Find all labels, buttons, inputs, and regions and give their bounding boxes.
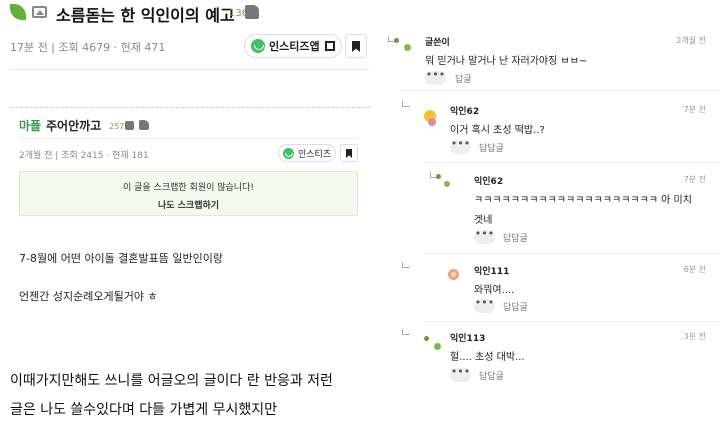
comment-text-continued: 겟네 — [474, 215, 493, 226]
more-options-button[interactable]: ••• — [474, 297, 495, 313]
divider — [424, 253, 720, 254]
bookmark-icon — [346, 149, 352, 158]
reply-arrow-icon — [402, 329, 410, 335]
instiz-logo-icon — [251, 39, 265, 53]
scrap-button[interactable]: 나도 스크랩하기 — [20, 198, 357, 211]
scrap-notice: 이 글을 스크랩한 회원이 많습니다! — [123, 183, 254, 193]
quoted-app-label: 인스티즈 — [298, 149, 332, 160]
avatar-dot — [434, 343, 441, 350]
comments-panel: 글쓴이 2개월 전 뭐 믿거나 말거나 난 자러가야징 ㅂㅂ~ ••• 답글 익… — [382, 0, 720, 435]
comment-time: 7분 전 — [683, 105, 706, 114]
quoted-meta: 2개월 전 | 조회 2415 · 현재 181 — [19, 151, 149, 161]
post-title: 소름돋는 한 익인이의 예고 — [56, 6, 235, 25]
comment-text: 와뭐여.... — [474, 285, 515, 296]
external-link-icon — [324, 41, 335, 51]
reply-arrow-icon — [402, 101, 410, 107]
comment-text: 헐.... 초성 대박... — [450, 352, 525, 363]
reply-button[interactable]: 답답글 — [479, 369, 504, 382]
reply-button[interactable]: 답답글 — [503, 300, 528, 313]
quoted-body-line: 언젠간 성지순례오게될거야 ㅎ — [19, 290, 158, 303]
avatar-icon — [428, 118, 436, 126]
lock-icon — [125, 121, 134, 130]
avatar-dot — [444, 181, 450, 187]
quoted-category[interactable]: 마플 — [19, 117, 41, 134]
reply-arrow-icon — [402, 262, 410, 268]
more-options-button[interactable]: ••• — [425, 69, 446, 85]
comment-author: 익인113 — [450, 334, 486, 344]
scrap-banner: 이 글을 스크랩한 회원이 많습니다! 나도 스크랩하기 — [19, 171, 358, 216]
avatar-dot — [404, 44, 411, 51]
comment-author: 익인62 — [474, 177, 504, 187]
avatar-dot — [394, 38, 399, 43]
quoted-like-count: 257 — [109, 122, 125, 131]
divider — [424, 321, 720, 322]
comment-time: 7분 전 — [683, 175, 706, 184]
bookmark-button[interactable] — [345, 34, 367, 58]
divider — [10, 69, 370, 70]
caption-line: 글은 나도 쓸수있다며 다들 가볍게 무시했지만 — [10, 402, 277, 418]
comment-time: 2개월 전 — [676, 36, 706, 45]
divider — [424, 162, 720, 163]
avatar-dot — [436, 174, 441, 179]
avatar-dot — [424, 336, 429, 341]
reply-button[interactable]: 답답글 — [479, 141, 504, 154]
quote-divider — [10, 107, 370, 108]
comment-text: 뭐 믿거나 말거나 난 자러가야징 ㅂㅂ~ — [425, 56, 588, 67]
comment-author: 글쓴이 — [425, 38, 450, 48]
comment-text: ㅋㅋㅋㅋㅋㅋㅋㅋㅋㅋㅋㅋㅋㅋㅋㅋㅋㅋㅋㅋ 아 미치 — [474, 195, 692, 206]
post-meta: 17분 전 | 조회 4679 · 현재 471 — [10, 41, 166, 54]
quoted-body-line: 7-8월에 어떤 아이돌 결혼발표뜸 일반인이랑 — [19, 252, 223, 265]
leaf-icon — [10, 4, 26, 20]
divider — [400, 90, 720, 91]
bookmark-icon — [352, 41, 360, 52]
comment-author: 익인62 — [450, 107, 480, 117]
open-app-button[interactable]: 인스티즈앱 — [244, 34, 342, 58]
divider — [19, 138, 359, 139]
quoted-bookmark-button[interactable] — [340, 144, 358, 162]
comment-time: 6분 전 — [683, 265, 706, 274]
image-icon — [32, 6, 47, 18]
thumbs-up-icon[interactable] — [245, 5, 259, 19]
instiz-logo-icon — [283, 147, 294, 159]
quoted-app-button[interactable]: 인스티즈 — [278, 144, 336, 162]
caption-line: 이때가지만해도 쓰니를 어글오의 글이다 란 반응과 저런 — [10, 373, 333, 389]
more-options-button[interactable]: ••• — [450, 366, 471, 382]
more-options-button[interactable]: ••• — [474, 228, 495, 244]
more-options-button[interactable]: ••• — [450, 138, 471, 154]
open-app-label: 인스티즈앱 — [269, 40, 320, 53]
comment-text: 이거 혹시 초성 떡밥..? — [450, 125, 545, 136]
reply-button[interactable]: 답답글 — [503, 231, 528, 244]
quoted-title: 주어안까고 — [46, 119, 102, 133]
thumbs-up-icon[interactable] — [139, 120, 149, 130]
comment-time: 3분 전 — [683, 332, 706, 341]
avatar-icon — [451, 272, 456, 277]
post-panel: 소름돋는 한 익인이의 예고 136 17분 전 | 조회 4679 · 현재 … — [0, 0, 370, 435]
comment-author: 익인111 — [474, 267, 510, 277]
reply-button[interactable]: 답글 — [455, 72, 472, 85]
